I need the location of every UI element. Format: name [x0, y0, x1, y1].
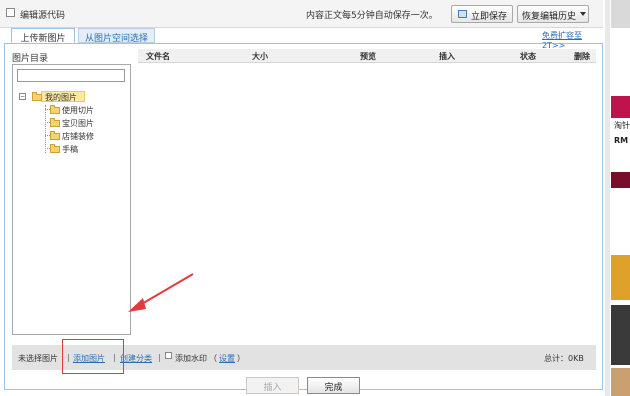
annotation-arrow — [128, 273, 194, 312]
background-image — [611, 96, 630, 118]
background-text: RM — [614, 136, 629, 145]
page-scrollbar[interactable] — [605, 0, 610, 396]
background-image — [611, 305, 630, 365]
background-image — [611, 0, 630, 28]
background-text: 淘针 — [614, 121, 630, 130]
background-image — [611, 172, 630, 188]
background-image — [611, 255, 630, 300]
background-image — [611, 368, 630, 396]
